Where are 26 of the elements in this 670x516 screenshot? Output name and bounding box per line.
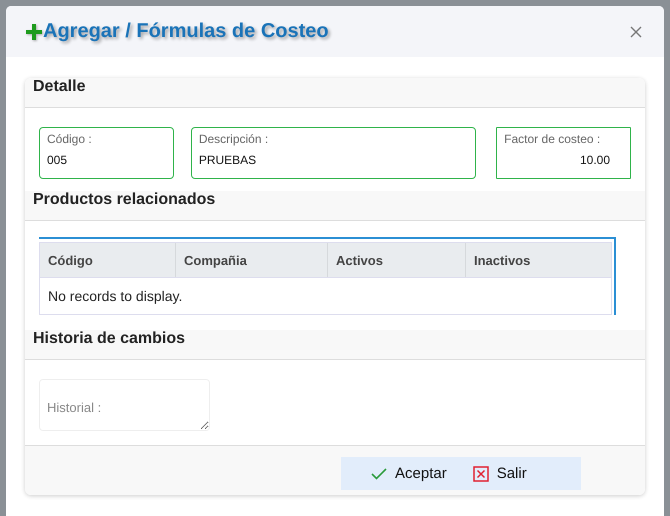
field-label: Factor de costeo : xyxy=(504,132,602,146)
close-icon xyxy=(630,26,642,38)
plus-icon xyxy=(26,24,42,40)
field-value: PRUEBAS xyxy=(198,153,258,167)
empty-message: No records to display. xyxy=(48,288,182,304)
input-field[interactable]: Factor de costeo : 10.00 xyxy=(496,127,631,179)
accept-button[interactable]: Aceptar xyxy=(365,457,453,490)
field-label: Código : xyxy=(47,132,93,146)
input-field[interactable]: Código : 005 xyxy=(39,127,174,179)
field-value: 10.00 xyxy=(578,153,611,167)
check-icon xyxy=(371,468,387,480)
exit-button[interactable]: Salir xyxy=(466,457,533,490)
column-header[interactable]: Código xyxy=(40,243,176,277)
section-heading: Productos relacionados xyxy=(33,191,216,209)
field-value: 005 xyxy=(47,153,68,167)
column-header[interactable]: Activos xyxy=(328,243,466,277)
section-heading: Historia de cambios xyxy=(33,330,186,348)
close-box-icon xyxy=(472,466,489,482)
field-label: Descripción : xyxy=(198,132,270,146)
input-field[interactable]: Descripción : PRUEBAS xyxy=(190,127,476,179)
close-button[interactable] xyxy=(628,24,644,40)
column-header[interactable]: Compañia xyxy=(176,243,328,277)
dialog-title: Agregar / Fórmulas de Costeo xyxy=(43,20,329,43)
column-header[interactable]: Inactivos xyxy=(466,243,611,277)
history-field[interactable]: Historial : xyxy=(39,379,210,431)
section-heading: Detalle xyxy=(33,78,86,96)
